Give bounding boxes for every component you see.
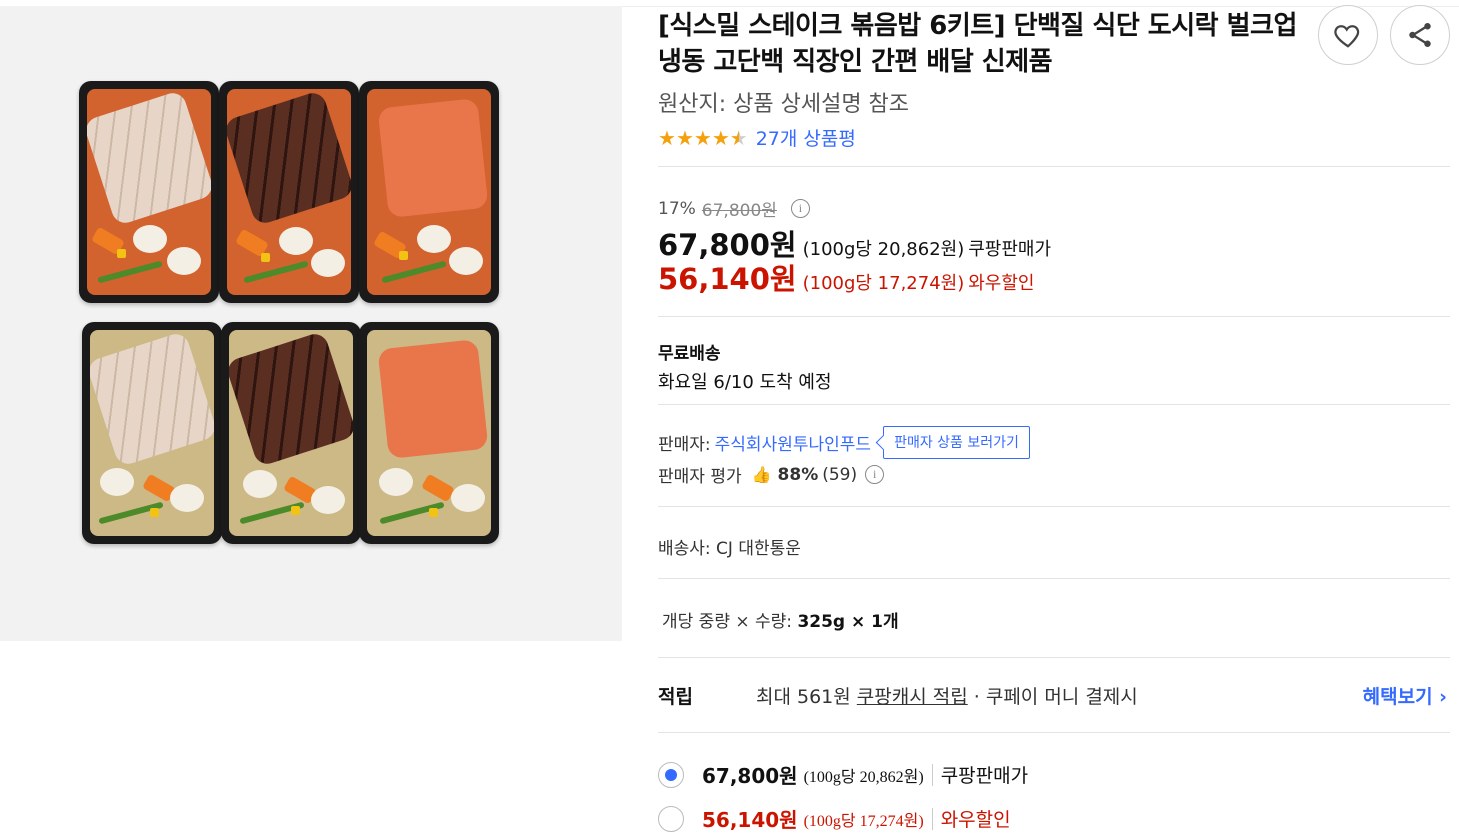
meal-tray bbox=[219, 81, 359, 303]
seller-rating-label: 판매자 평가 bbox=[658, 467, 742, 487]
wow-price: 56,140원 bbox=[658, 262, 797, 296]
meal-tray bbox=[359, 322, 499, 544]
coupang-cash-link[interactable]: 쿠팡캐시 적립 bbox=[857, 686, 968, 708]
separator bbox=[931, 763, 933, 786]
star-half-icon: ★ bbox=[729, 125, 748, 150]
radio-button[interactable] bbox=[658, 805, 684, 832]
product-title: [식스밀 스테이크 볶음밥 6키트] 단백질 식단 도시락 벌크업 냉동 고단백… bbox=[658, 11, 1297, 77]
divider bbox=[658, 506, 1450, 507]
meal-tray bbox=[79, 81, 219, 303]
star-icon: ★ bbox=[693, 125, 712, 150]
meal-tray bbox=[82, 322, 222, 544]
divider bbox=[658, 657, 1450, 658]
price-option[interactable]: 56,140원 (100g당 17,274원) 와우할인 bbox=[658, 804, 1011, 833]
star-icon: ★ bbox=[658, 125, 676, 150]
divider bbox=[658, 578, 1450, 579]
radio-button[interactable] bbox=[658, 761, 684, 788]
seller-row: 판매자: 주식회사원투나인푸드 판매자 상품 보러가기 bbox=[658, 426, 1030, 459]
review-count-link[interactable]: 27개 상품평 bbox=[756, 124, 856, 151]
star-icon: ★ bbox=[675, 125, 694, 150]
seller-rating-percent: 88% bbox=[777, 464, 819, 485]
share-button[interactable] bbox=[1390, 5, 1450, 65]
option-label: 와우할인 bbox=[940, 809, 1011, 831]
price-option[interactable]: 67,800원 (100g당 20,862원) 쿠팡판매가 bbox=[658, 760, 1028, 789]
carrier-info: 배송사: CJ 대한통운 bbox=[658, 539, 801, 559]
rating-row: ★ ★ ★ ★ ★ 27개 상품평 bbox=[658, 124, 856, 151]
separator bbox=[931, 807, 933, 830]
option-price: 67,800원 bbox=[702, 764, 798, 788]
divider bbox=[658, 316, 1450, 317]
original-price: 67,800원 bbox=[701, 201, 777, 221]
origin-info: 원산지: 상품 상세설명 참조 bbox=[658, 92, 910, 117]
reward-text: 최대 561원 쿠팡캐시 적립 · 쿠페이 머니 결제시 bbox=[756, 682, 1138, 709]
weight-value: 325g × 1개 bbox=[797, 612, 899, 632]
reward-prefix: 최대 561원 bbox=[756, 686, 857, 708]
arrival-date: 화요일 6/10 도착 예정 bbox=[658, 372, 832, 393]
discount-rate: 17% bbox=[658, 198, 696, 219]
reward-label: 적립 bbox=[658, 686, 693, 708]
wow-unit-price: (100g당 17,274원) bbox=[802, 273, 965, 294]
shipping-title: 무료배송 bbox=[658, 344, 721, 364]
wow-price-label: 와우할인 bbox=[968, 273, 1035, 294]
star-rating: ★ ★ ★ ★ ★ bbox=[658, 126, 748, 150]
share-icon bbox=[1409, 23, 1431, 47]
divider bbox=[658, 404, 1450, 405]
reward-suffix: · 쿠페이 머니 결제시 bbox=[967, 686, 1138, 708]
meal-tray bbox=[359, 81, 499, 303]
seller-products-button[interactable]: 판매자 상품 보러가기 bbox=[883, 426, 1030, 459]
discount-row: 17% 67,800원 i bbox=[658, 196, 810, 221]
seller-label: 판매자: bbox=[658, 435, 711, 455]
product-image[interactable] bbox=[0, 6, 622, 641]
meal-tray bbox=[221, 322, 361, 544]
weight-quantity: 개당 중량 × 수량: 325g × 1개 bbox=[662, 607, 899, 632]
option-unit-price: (100g당 20,862원) bbox=[803, 768, 924, 786]
divider bbox=[658, 732, 1450, 733]
heart-icon bbox=[1334, 25, 1360, 48]
option-label: 쿠팡판매가 bbox=[940, 765, 1029, 787]
weight-label: 개당 중량 × 수량: bbox=[662, 612, 798, 632]
option-unit-price: (100g당 17,274원) bbox=[803, 812, 924, 830]
info-icon[interactable]: i bbox=[865, 465, 885, 484]
thumbs-up-icon: 👍 bbox=[751, 465, 772, 484]
divider bbox=[658, 166, 1450, 167]
wishlist-button[interactable] bbox=[1318, 5, 1378, 65]
seller-rating-count: (59) bbox=[822, 464, 858, 485]
star-icon: ★ bbox=[711, 125, 730, 150]
seller-rating-row: 판매자 평가 👍 88% (59) i bbox=[658, 462, 885, 487]
seller-name-link[interactable]: 주식회사원투나인푸드 bbox=[715, 430, 871, 455]
wow-price-row: 56,140원 (100g당 17,274원) 와우할인 bbox=[658, 256, 1035, 298]
view-benefits-link[interactable]: 혜택보기 › bbox=[1363, 682, 1447, 709]
info-icon[interactable]: i bbox=[790, 199, 810, 218]
option-price: 56,140원 bbox=[702, 808, 798, 832]
